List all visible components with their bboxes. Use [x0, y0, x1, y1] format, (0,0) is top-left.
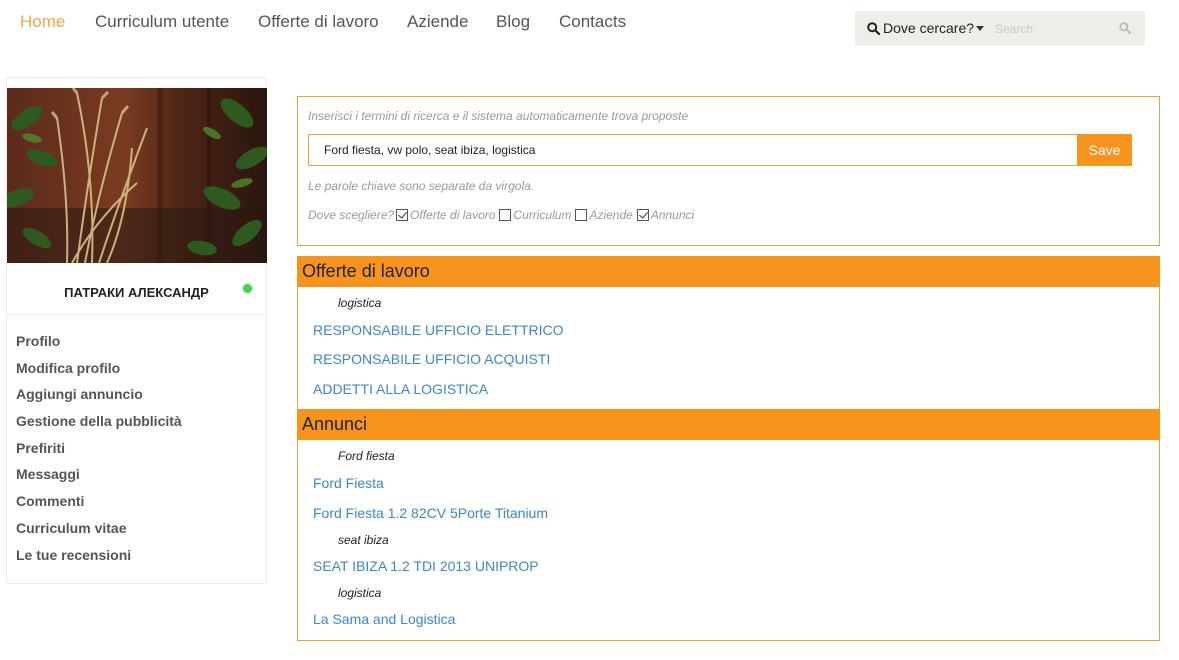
where-to-search-dropdown[interactable]: Dove cercare?: [867, 20, 985, 36]
save-button[interactable]: Save: [1077, 134, 1132, 166]
profile-menu: Profilo Modifica profilo Aggiungi annunc…: [16, 332, 182, 572]
menu-item-preferiti[interactable]: Prefiriti: [16, 439, 182, 466]
scope-label: Dove scegliere?: [308, 208, 395, 222]
menu-item-aggiungi-annuncio[interactable]: Aggiungi annuncio: [16, 385, 182, 412]
profile-sidebar: ПАТРАКИ АЛЕКСАНДР Profilo Modifica profi…: [6, 77, 267, 584]
result-link[interactable]: RESPONSABILE UFFICIO ACQUISTI: [313, 351, 550, 367]
where-to-search-label: Dove cercare?: [883, 20, 975, 36]
nav-blog[interactable]: Blog: [496, 12, 530, 32]
search-results: Offerte di lavoro logistica RESPONSABILE…: [297, 256, 1160, 641]
menu-item-messaggi[interactable]: Messaggi: [16, 465, 182, 492]
search-scope: Dove scegliere? Offerte di lavoro Curricul…: [308, 208, 696, 222]
menu-item-gestione-pubblicita[interactable]: Gestione della pubblicità: [16, 412, 182, 439]
header-search-input[interactable]: [995, 19, 1115, 39]
section-header-annunci: Annunci: [297, 409, 1160, 440]
checkbox-label-offerte-di-lavoro: Offerte di lavoro: [410, 208, 496, 222]
checkbox-label-aziende: Aziende: [589, 208, 633, 222]
checkbox-aziende[interactable]: [575, 209, 588, 221]
result-link[interactable]: La Sama and Logistica: [313, 611, 455, 627]
profile-photo: [7, 88, 267, 263]
header-search-bar: Dove cercare?: [855, 11, 1145, 46]
menu-item-recensioni[interactable]: Le tue recensioni: [16, 546, 182, 573]
checkbox-annunci[interactable]: [636, 209, 649, 221]
search-icon: [867, 22, 881, 36]
result-link[interactable]: RESPONSABILE UFFICIO ELETTRICO: [313, 322, 564, 338]
nav-aziende[interactable]: Aziende: [407, 12, 468, 32]
nav-contacts[interactable]: Contacts: [559, 12, 626, 32]
keywords-input[interactable]: [308, 134, 1078, 166]
search-submit-icon[interactable]: [1119, 21, 1131, 39]
checkbox-offerte-di-lavoro[interactable]: [396, 209, 409, 221]
top-navigation: Home Curriculum utente Offerte di lavoro…: [0, 0, 1179, 60]
matched-term: logistica: [338, 296, 382, 310]
keyword-search-panel: Inserisci i termini di ricerca e il sist…: [297, 96, 1160, 246]
matched-term: seat ibiza: [338, 533, 389, 547]
search-hint: Inserisci i termini di ricerca e il sist…: [308, 109, 689, 123]
online-status-indicator: [243, 284, 252, 293]
checkbox-label-curriculum: Curriculum: [513, 208, 572, 222]
user-name: ПАТРАКИ АЛЕКСАНДР: [64, 285, 209, 300]
matched-term: logistica: [338, 586, 382, 600]
caret-down-icon: [976, 26, 985, 31]
menu-item-curriculum-vitae[interactable]: Curriculum vitae: [16, 519, 182, 546]
checkbox-label-annunci: Annunci: [650, 208, 695, 222]
result-link[interactable]: Ford Fiesta 1.2 82CV 5Porte Titanium: [313, 505, 548, 521]
section-header-offerte: Offerte di lavoro: [297, 256, 1160, 287]
menu-item-profilo[interactable]: Profilo: [16, 332, 182, 359]
divider: [7, 314, 266, 315]
menu-item-commenti[interactable]: Commenti: [16, 492, 182, 519]
result-link[interactable]: SEAT IBIZA 1.2 TDI 2013 UNIPROP: [313, 558, 539, 574]
checkbox-curriculum[interactable]: [499, 209, 512, 221]
result-link[interactable]: ADDETTI ALLA LOGISTICA: [313, 381, 488, 397]
nav-home[interactable]: Home: [20, 12, 65, 32]
result-link[interactable]: Ford Fiesta: [313, 475, 384, 491]
menu-item-modifica-profilo[interactable]: Modifica profilo: [16, 359, 182, 386]
keywords-note: Le parole chiave sono separate da virgol…: [308, 179, 535, 193]
matched-term: Ford fiesta: [338, 449, 395, 463]
nav-offerte-di-lavoro[interactable]: Offerte di lavoro: [258, 12, 379, 32]
nav-curriculum-utente[interactable]: Curriculum utente: [95, 12, 229, 32]
